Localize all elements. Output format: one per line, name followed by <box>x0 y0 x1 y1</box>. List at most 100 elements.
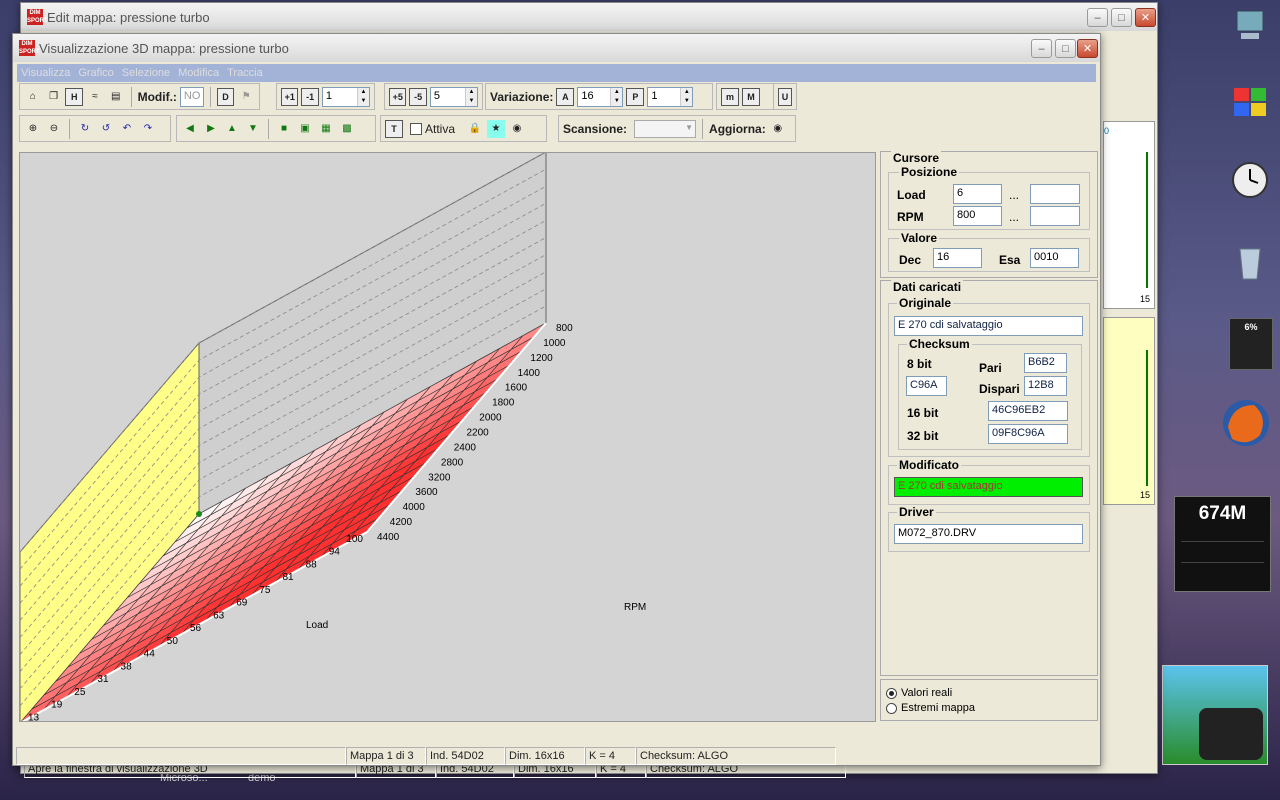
select-col-icon[interactable]: ▦ <box>317 120 335 138</box>
load-tick-label: 94 <box>329 547 341 558</box>
dec-field[interactable]: 16 <box>933 248 982 268</box>
select-all-icon[interactable]: ▩ <box>338 120 356 138</box>
app-logo-icon: DIM SPORT <box>27 9 48 25</box>
minus-one-icon[interactable]: -1 <box>301 87 319 106</box>
driver-field: M072_870.DRV <box>894 524 1083 544</box>
close-button[interactable]: ✕ <box>1077 39 1098 58</box>
load-dots: ... <box>1009 188 1020 202</box>
checksum-title: Checksum <box>907 337 972 351</box>
menu-traccia[interactable]: Traccia <box>223 67 267 79</box>
rpm-field[interactable]: 800 <box>953 206 1002 226</box>
rpm-tick-label: 1000 <box>543 338 566 349</box>
load-tick-label: 69 <box>236 598 248 609</box>
redo-icon[interactable]: ↷ <box>139 120 157 138</box>
select-cell-icon[interactable]: ■ <box>275 120 293 138</box>
cursore-panel: Cursore Posizione Load 6 ... RPM 800 ...… <box>880 151 1098 278</box>
t-icon[interactable]: T <box>385 119 403 138</box>
bit32-field: 09F8C96A <box>988 424 1068 444</box>
clock-icon[interactable] <box>1230 160 1270 200</box>
hex-icon[interactable]: H <box>65 87 84 106</box>
modificato-field: E 270 cdi salvataggio <box>894 477 1083 497</box>
estremi-mappa-radio[interactable]: Estremi mappa <box>886 702 975 714</box>
valore-title: Valore <box>899 231 940 245</box>
esa-field[interactable]: 0010 <box>1030 248 1079 268</box>
bit32-label: 32 bit <box>907 429 939 443</box>
scansione-select[interactable]: ▼ <box>634 119 697 138</box>
memory-value: 674M <box>1198 503 1247 524</box>
rpm-tick-label: 1400 <box>518 368 541 379</box>
rpm-tick-label: 1800 <box>492 398 515 409</box>
bit8-label: 8 bit <box>907 357 932 371</box>
step-spinner[interactable]: 1 ▲ ▼ <box>321 86 371 107</box>
d-icon[interactable]: D <box>216 87 235 106</box>
plus-five-icon[interactable]: +5 <box>389 87 407 106</box>
recycle-bin-icon[interactable] <box>1232 240 1268 284</box>
arrow-down-icon[interactable]: ▼ <box>244 120 262 138</box>
load-field-end[interactable] <box>1030 184 1080 204</box>
max-icon[interactable]: M <box>742 87 760 106</box>
zoom-in-icon[interactable]: ⊕ <box>24 120 42 138</box>
a-icon[interactable]: A <box>556 87 575 106</box>
rotate-cw-icon[interactable]: ↻ <box>76 120 94 138</box>
computer-icon[interactable] <box>1228 6 1272 46</box>
rpm-field-end[interactable] <box>1030 206 1080 226</box>
arrow-right-icon[interactable]: ▶ <box>202 120 220 138</box>
windows-logo-icon[interactable] <box>1228 82 1272 122</box>
back-maximize-button[interactable]: □ <box>1111 8 1132 27</box>
variazione-a-spinner[interactable]: 16 ▲ ▼ <box>577 86 624 107</box>
firefox-icon[interactable] <box>1218 395 1274 451</box>
dispari-field: 12B8 <box>1024 376 1067 396</box>
zoom-out-icon[interactable]: ⊖ <box>45 120 63 138</box>
record-icon[interactable]: ◉ <box>508 120 526 138</box>
estremi-mappa-label: Estremi mappa <box>901 702 975 714</box>
runner-icon[interactable]: ★ <box>487 119 506 138</box>
load-tick-label: 81 <box>282 572 294 583</box>
plus-one-icon[interactable]: +1 <box>281 87 299 106</box>
min-icon[interactable]: m <box>721 87 739 106</box>
back-minimize-button[interactable]: – <box>1087 8 1108 27</box>
copy-icon[interactable]: ❐ <box>45 88 63 106</box>
menu-selezione[interactable]: Selezione <box>118 67 174 79</box>
load-tick-label: 19 <box>51 700 63 711</box>
menu-grafico[interactable]: Grafico <box>74 67 117 79</box>
toolbar-u: U <box>773 83 797 110</box>
status-checksum: Checksum: ALGO <box>636 747 836 765</box>
aggiorna-icon[interactable]: ◉ <box>769 120 787 138</box>
stamp-icon: ⚑ <box>241 91 251 102</box>
arrow-up-icon[interactable]: ▲ <box>223 120 241 138</box>
pari-field: B6B2 <box>1024 353 1067 373</box>
minimize-button[interactable]: – <box>1031 39 1052 58</box>
minus-five-icon[interactable]: -5 <box>409 87 427 106</box>
toolbar-move: ◀ ▶ ▲ ▼ ■ ▣ ▦ ▩ <box>176 115 376 142</box>
back-mini-chart-1: 0 15 <box>1103 121 1155 309</box>
u-icon[interactable]: U <box>778 87 792 106</box>
select-row-icon[interactable]: ▣ <box>296 120 314 138</box>
p-icon[interactable]: P <box>626 87 645 106</box>
posizione-group: Posizione Load 6 ... RPM 800 ... <box>888 165 1090 230</box>
undo-icon[interactable]: ↶ <box>118 120 136 138</box>
back-close-button[interactable]: ✕ <box>1135 8 1156 27</box>
attiva-checkbox[interactable] <box>410 122 422 135</box>
load-field[interactable]: 6 <box>953 184 1002 204</box>
rpm-tick-label: 4200 <box>390 517 413 528</box>
menu-modifica[interactable]: Modifica <box>174 67 223 79</box>
rpm-tick-label: 2400 <box>454 442 477 453</box>
arrow-left-icon[interactable]: ◀ <box>181 120 199 138</box>
rotate-ccw-icon[interactable]: ↺ <box>97 120 115 138</box>
maximize-button[interactable]: □ <box>1055 39 1076 58</box>
chart-icon[interactable]: ≈ <box>86 88 104 106</box>
surface-plot[interactable]: 01002003004005006007008009001.0008001000… <box>19 152 876 722</box>
valori-reali-label: Valori reali <box>901 687 953 699</box>
load-tick-label: 13 <box>28 712 40 722</box>
posizione-title: Posizione <box>899 165 960 179</box>
lock-icon[interactable]: 🔒 <box>466 120 484 138</box>
home-icon[interactable]: ⌂ <box>24 88 42 106</box>
menu-visualizza[interactable]: Visualizza <box>17 67 74 79</box>
modif-field: NO <box>179 86 204 107</box>
variazione-p-spinner[interactable]: 1 ▲ ▼ <box>647 86 694 107</box>
valori-reali-radio[interactable]: Valori reali <box>886 687 952 699</box>
window-icon[interactable]: ▤ <box>107 88 125 106</box>
step5-spinner[interactable]: 5 ▲ ▼ <box>429 86 479 107</box>
toolbar-view: ⊕ ⊖ ↻ ↺ ↶ ↷ <box>19 115 171 142</box>
rpm-tick-label: 4000 <box>403 502 426 513</box>
